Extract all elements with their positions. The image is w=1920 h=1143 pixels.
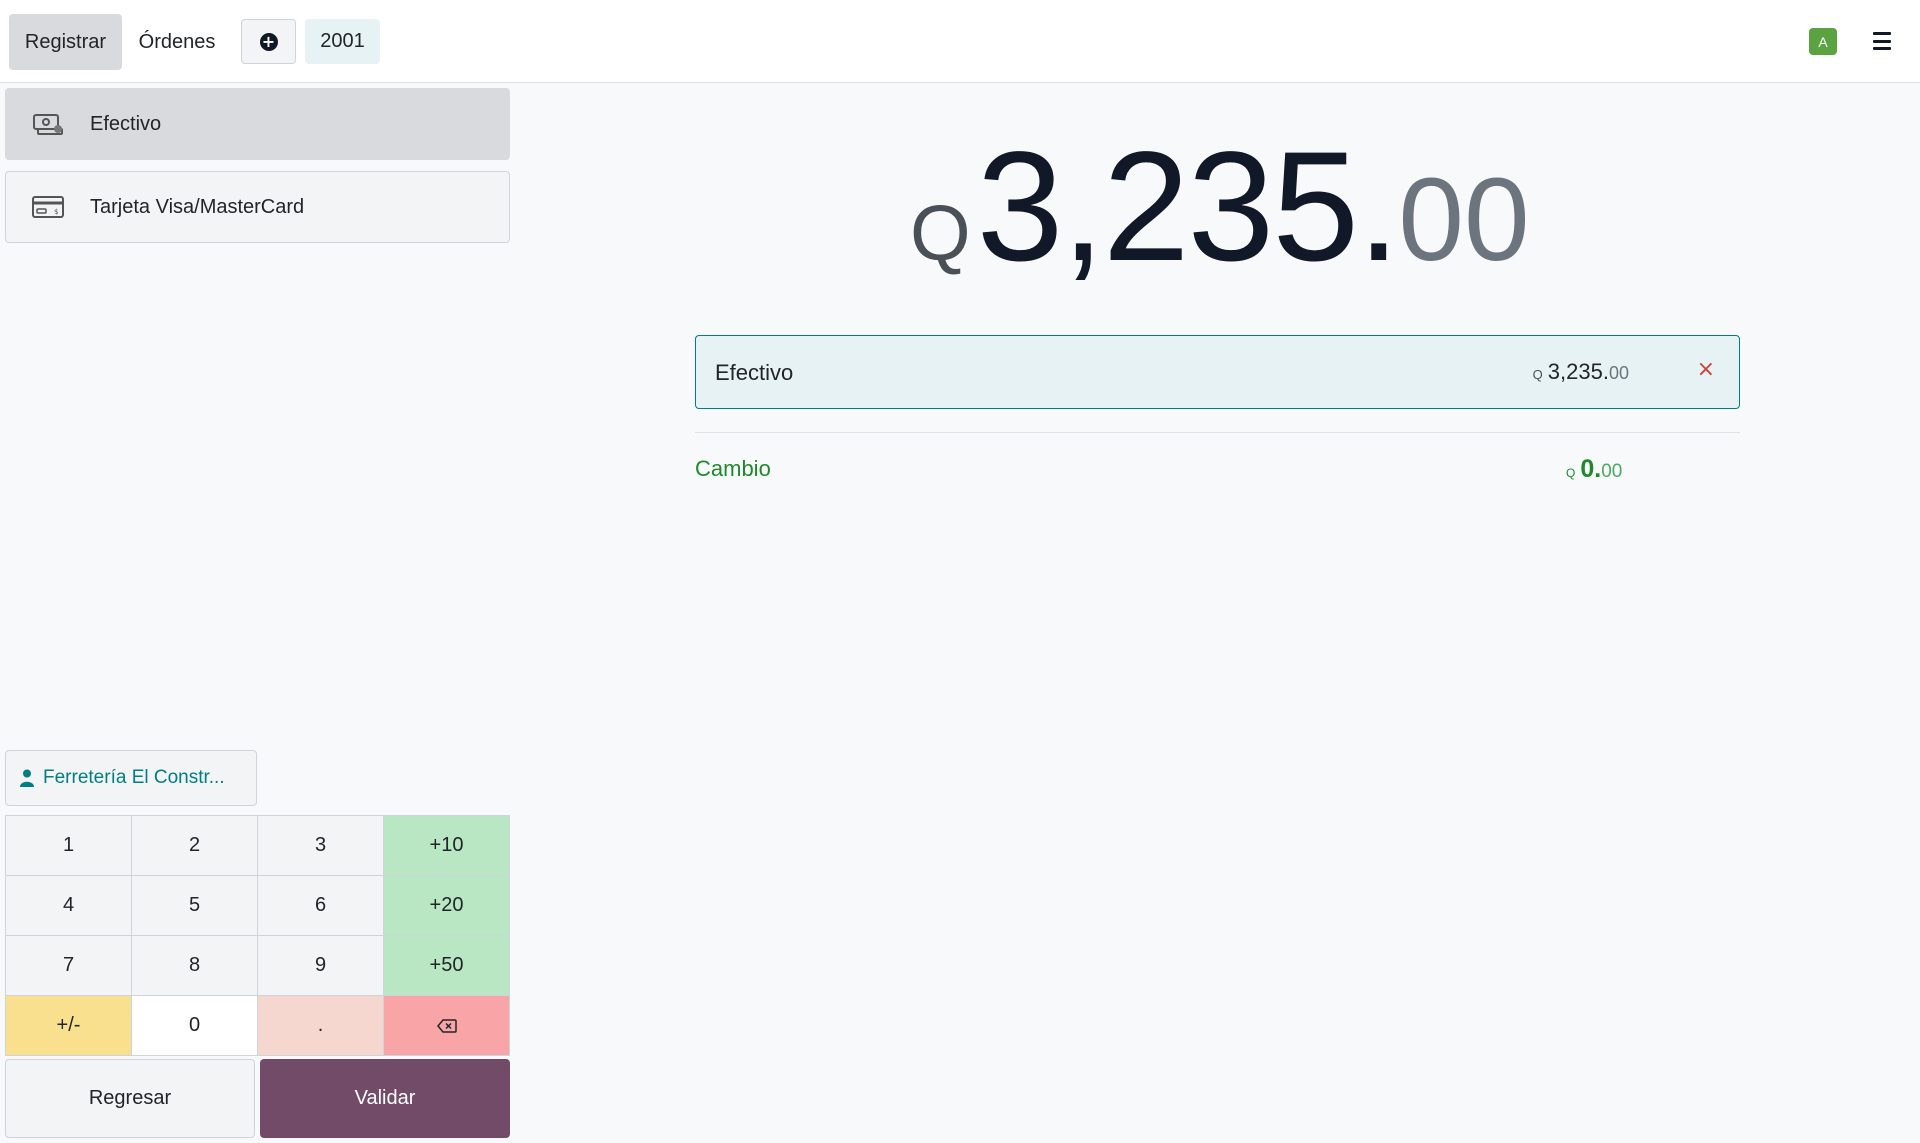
user-icon bbox=[20, 769, 34, 787]
numpad-key-5[interactable]: 5 bbox=[132, 876, 258, 936]
new-order-button[interactable]: + bbox=[241, 19, 296, 64]
validate-button[interactable]: Validar bbox=[260, 1059, 510, 1138]
numpad-key-9[interactable]: 9 bbox=[258, 936, 384, 996]
payment-line-decimals: 00 bbox=[1608, 363, 1629, 383]
numpad-key-6[interactable]: 6 bbox=[258, 876, 384, 936]
numpad-key-3[interactable]: 3 bbox=[258, 816, 384, 876]
back-button[interactable]: Regresar bbox=[5, 1059, 255, 1138]
payment-line[interactable]: Efectivo Q 3,235.00 × bbox=[695, 335, 1740, 409]
payment-method-card[interactable]: $ Tarjeta Visa/MasterCard bbox=[5, 171, 510, 243]
numpad-key-sign[interactable]: +/- bbox=[6, 996, 132, 1056]
total-integer: 3,235. bbox=[976, 120, 1401, 294]
change-amount: Q 0.00 bbox=[1566, 455, 1622, 484]
customer-name: Ferretería El Constr... bbox=[43, 767, 225, 788]
payment-line-integer: 3,235. bbox=[1547, 359, 1609, 384]
payment-line-amount: Q 3,235.00 bbox=[1533, 359, 1629, 385]
change-decimals: 00 bbox=[1601, 461, 1623, 482]
numpad-key-4[interactable]: 4 bbox=[6, 876, 132, 936]
payment-method-cash[interactable]: Efectivo bbox=[5, 88, 510, 160]
remove-payment-icon[interactable]: × bbox=[1697, 357, 1715, 382]
customer-button[interactable]: Ferretería El Constr... bbox=[5, 750, 257, 806]
total-currency: Q bbox=[910, 189, 971, 277]
numpad-key-plus20[interactable]: +20 bbox=[384, 876, 510, 936]
numpad-key-2[interactable]: 2 bbox=[132, 816, 258, 876]
svg-text:$: $ bbox=[54, 208, 58, 216]
change-currency: Q bbox=[1566, 466, 1576, 480]
total-decimals: 00 bbox=[1398, 154, 1530, 286]
numpad: 1 2 3 +10 4 5 6 +20 7 8 9 +50 +/- 0 . bbox=[5, 815, 510, 1056]
payment-method-label: Efectivo bbox=[90, 112, 162, 135]
avatar[interactable]: A bbox=[1809, 28, 1837, 55]
numpad-key-1[interactable]: 1 bbox=[6, 816, 132, 876]
numpad-key-0[interactable]: 0 bbox=[132, 996, 258, 1056]
total-due: Q 3,235. 00 bbox=[910, 118, 1530, 294]
divider bbox=[695, 432, 1740, 433]
change-label: Cambio bbox=[695, 456, 771, 481]
numpad-key-8[interactable]: 8 bbox=[132, 936, 258, 996]
payment-line-currency: Q bbox=[1532, 367, 1543, 382]
numpad-key-plus10[interactable]: +10 bbox=[384, 816, 510, 876]
numpad-key-7[interactable]: 7 bbox=[6, 936, 132, 996]
register-tab[interactable]: Registrar bbox=[9, 14, 122, 70]
orders-tab[interactable]: Órdenes bbox=[124, 14, 230, 70]
order-number-tab[interactable]: 2001 bbox=[305, 19, 380, 64]
change-integer: 0. bbox=[1580, 455, 1602, 483]
numpad-key-plus50[interactable]: +50 bbox=[384, 936, 510, 996]
payment-line-method: Efectivo bbox=[715, 360, 794, 385]
plus-circle-icon: + bbox=[259, 32, 278, 51]
numpad-key-backspace[interactable] bbox=[384, 996, 510, 1056]
hamburger-menu-icon[interactable] bbox=[1873, 32, 1891, 50]
backspace-icon bbox=[436, 1018, 457, 1033]
card-icon: $ bbox=[32, 196, 64, 218]
numpad-key-decimal[interactable]: . bbox=[258, 996, 384, 1056]
cash-icon bbox=[33, 114, 63, 135]
top-bar: Registrar Órdenes + 2001 A bbox=[0, 0, 1920, 83]
payment-method-label: Tarjeta Visa/MasterCard bbox=[90, 195, 305, 218]
